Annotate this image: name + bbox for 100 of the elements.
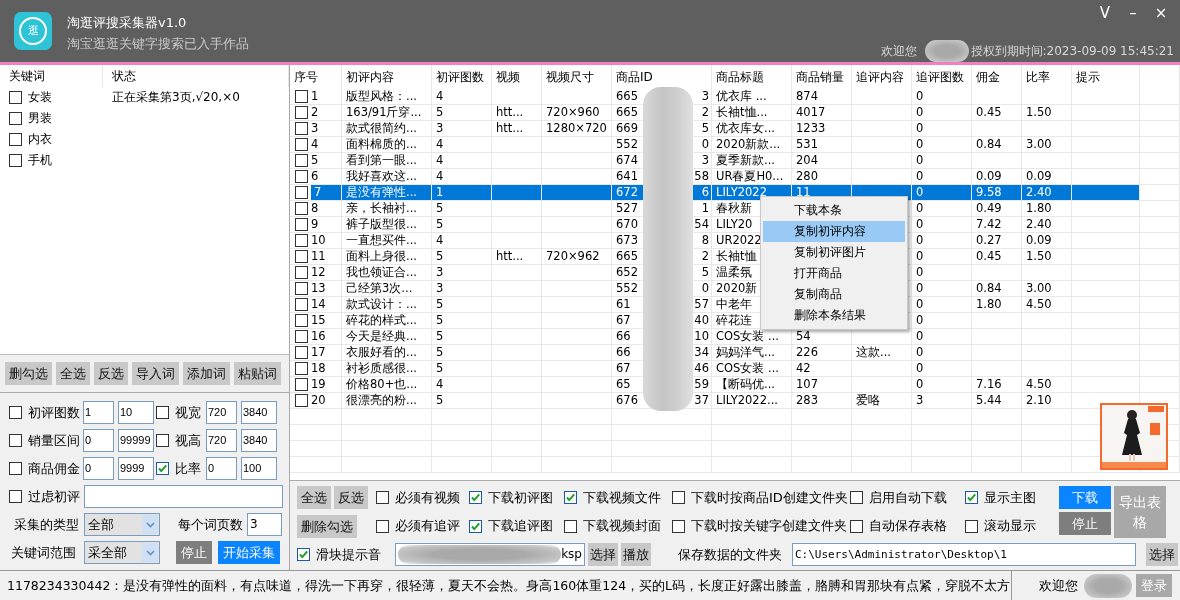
menu-item[interactable]: 复制初评内容 <box>763 221 905 242</box>
column-header[interactable]: 比率 <box>1022 65 1072 89</box>
min-field[interactable]: 0 <box>206 457 237 480</box>
table-cell: 3.00 <box>1026 281 1052 295</box>
checkbox[interactable] <box>850 491 863 505</box>
checkbox[interactable] <box>297 548 310 561</box>
checkbox[interactable] <box>295 218 308 231</box>
checkbox[interactable] <box>965 519 978 533</box>
checkbox[interactable] <box>469 491 482 505</box>
checkbox[interactable] <box>295 90 308 103</box>
max-field[interactable]: 100 <box>241 457 277 480</box>
keyword-button[interactable]: 反选 <box>94 362 128 385</box>
checkbox[interactable] <box>295 138 308 151</box>
checkbox[interactable] <box>9 112 22 125</box>
stop-button[interactable]: 停止 <box>176 541 212 564</box>
sound-file-field[interactable]: ksp <box>395 543 585 566</box>
choose-button[interactable]: 选择 <box>1146 543 1178 566</box>
checkbox[interactable] <box>295 282 308 295</box>
checkbox[interactable] <box>9 434 22 447</box>
max-field[interactable]: 99999 <box>118 429 154 452</box>
max-field[interactable]: 3840 <box>241 401 277 424</box>
checkbox[interactable] <box>376 519 389 533</box>
column-header[interactable]: 商品标题 <box>712 65 792 89</box>
checkbox[interactable] <box>156 406 169 419</box>
min-field[interactable]: 1 <box>83 401 114 424</box>
comment-filter-field[interactable] <box>84 485 283 508</box>
checkbox[interactable] <box>9 406 22 419</box>
column-header[interactable]: 视频尺寸 <box>542 65 612 89</box>
menu-item[interactable]: 打开商品 <box>763 263 905 284</box>
column-header[interactable]: 佣金 <box>972 65 1022 89</box>
checkbox[interactable] <box>295 106 308 119</box>
keyword-label[interactable]: 内衣 <box>28 132 52 147</box>
checkbox[interactable] <box>9 154 22 167</box>
checkbox[interactable] <box>295 378 308 391</box>
column-header[interactable]: 追评内容 <box>852 65 912 89</box>
checkbox[interactable] <box>156 434 169 447</box>
max-field[interactable]: 9999 <box>118 457 154 480</box>
checkbox[interactable] <box>564 491 577 505</box>
checkbox[interactable] <box>672 491 685 505</box>
checkbox[interactable] <box>295 266 308 279</box>
keyword-button[interactable]: 添加词 <box>183 362 230 385</box>
checkbox[interactable] <box>469 519 482 533</box>
checkbox[interactable] <box>9 462 22 475</box>
checkbox[interactable] <box>672 519 685 533</box>
max-field[interactable]: 3840 <box>241 429 277 452</box>
select-button[interactable]: 全选 <box>297 486 331 510</box>
checkbox[interactable] <box>295 362 308 375</box>
checkbox[interactable] <box>295 170 308 183</box>
keyword-button[interactable]: 全选 <box>56 362 90 385</box>
checkbox[interactable] <box>295 186 308 199</box>
minimize-button[interactable]: – <box>1122 4 1144 22</box>
scope-dropdown[interactable]: 采全部 <box>84 541 160 564</box>
checkbox[interactable] <box>295 298 308 311</box>
max-field[interactable]: 10 <box>118 401 154 424</box>
start-button[interactable]: 开始采集 <box>218 541 280 564</box>
checkbox[interactable] <box>295 154 308 167</box>
select-button[interactable]: 反选 <box>334 486 368 510</box>
checkbox[interactable] <box>295 346 308 359</box>
min-field[interactable]: 720 <box>206 401 237 424</box>
checkbox[interactable] <box>295 314 308 327</box>
column-header[interactable]: 追评图数 <box>912 65 972 89</box>
checkbox[interactable] <box>295 234 308 247</box>
min-field[interactable]: 720 <box>206 429 237 452</box>
keyword-label[interactable]: 手机 <box>28 153 52 168</box>
download-button[interactable]: 下载 <box>1059 486 1111 509</box>
checkbox[interactable] <box>9 133 22 146</box>
min-field[interactable]: 0 <box>83 429 114 452</box>
checkbox[interactable] <box>295 202 308 215</box>
column-header[interactable]: 初评图数 <box>432 65 492 89</box>
checkbox[interactable] <box>295 330 308 343</box>
folder-path-field[interactable]: C:\Users\Administrator\Desktop\1 <box>792 543 1136 566</box>
play-button[interactable]: 播放 <box>621 543 651 566</box>
keyword-label[interactable]: 男装 <box>28 111 52 126</box>
checkbox[interactable] <box>156 462 169 475</box>
min-field[interactable]: 0 <box>83 457 114 480</box>
checkbox[interactable] <box>965 491 978 505</box>
version-button[interactable]: V <box>1094 4 1116 22</box>
column-header[interactable]: 视频 <box>492 65 542 89</box>
checkbox[interactable] <box>9 91 22 104</box>
checkbox[interactable] <box>376 491 389 505</box>
keyword-button[interactable]: 删勾选 <box>5 362 52 385</box>
checkbox[interactable] <box>295 250 308 263</box>
column-header[interactable]: 商品销量 <box>792 65 852 89</box>
stop-button[interactable]: 停止 <box>1059 512 1111 535</box>
choose-button[interactable]: 选择 <box>588 543 618 566</box>
keyword-button[interactable]: 粘贴词 <box>234 362 281 385</box>
checkbox[interactable] <box>564 519 577 533</box>
keyword-button[interactable]: 导入词 <box>132 362 179 385</box>
keyword-label[interactable]: 女装 <box>28 90 52 105</box>
close-button[interactable]: × <box>1150 4 1172 22</box>
checkbox[interactable] <box>295 122 308 135</box>
select-button[interactable]: 删除勾选 <box>297 514 357 538</box>
column-header[interactable]: 提示 <box>1072 65 1140 89</box>
checkbox[interactable] <box>850 519 863 533</box>
checkbox[interactable] <box>9 490 22 503</box>
column-header[interactable]: 初评内容 <box>342 65 432 89</box>
type-dropdown[interactable]: 全部 <box>84 513 160 536</box>
checkbox[interactable] <box>295 394 308 407</box>
pages-field[interactable]: 3 <box>247 513 282 536</box>
column-header[interactable]: 序号 <box>290 65 342 89</box>
